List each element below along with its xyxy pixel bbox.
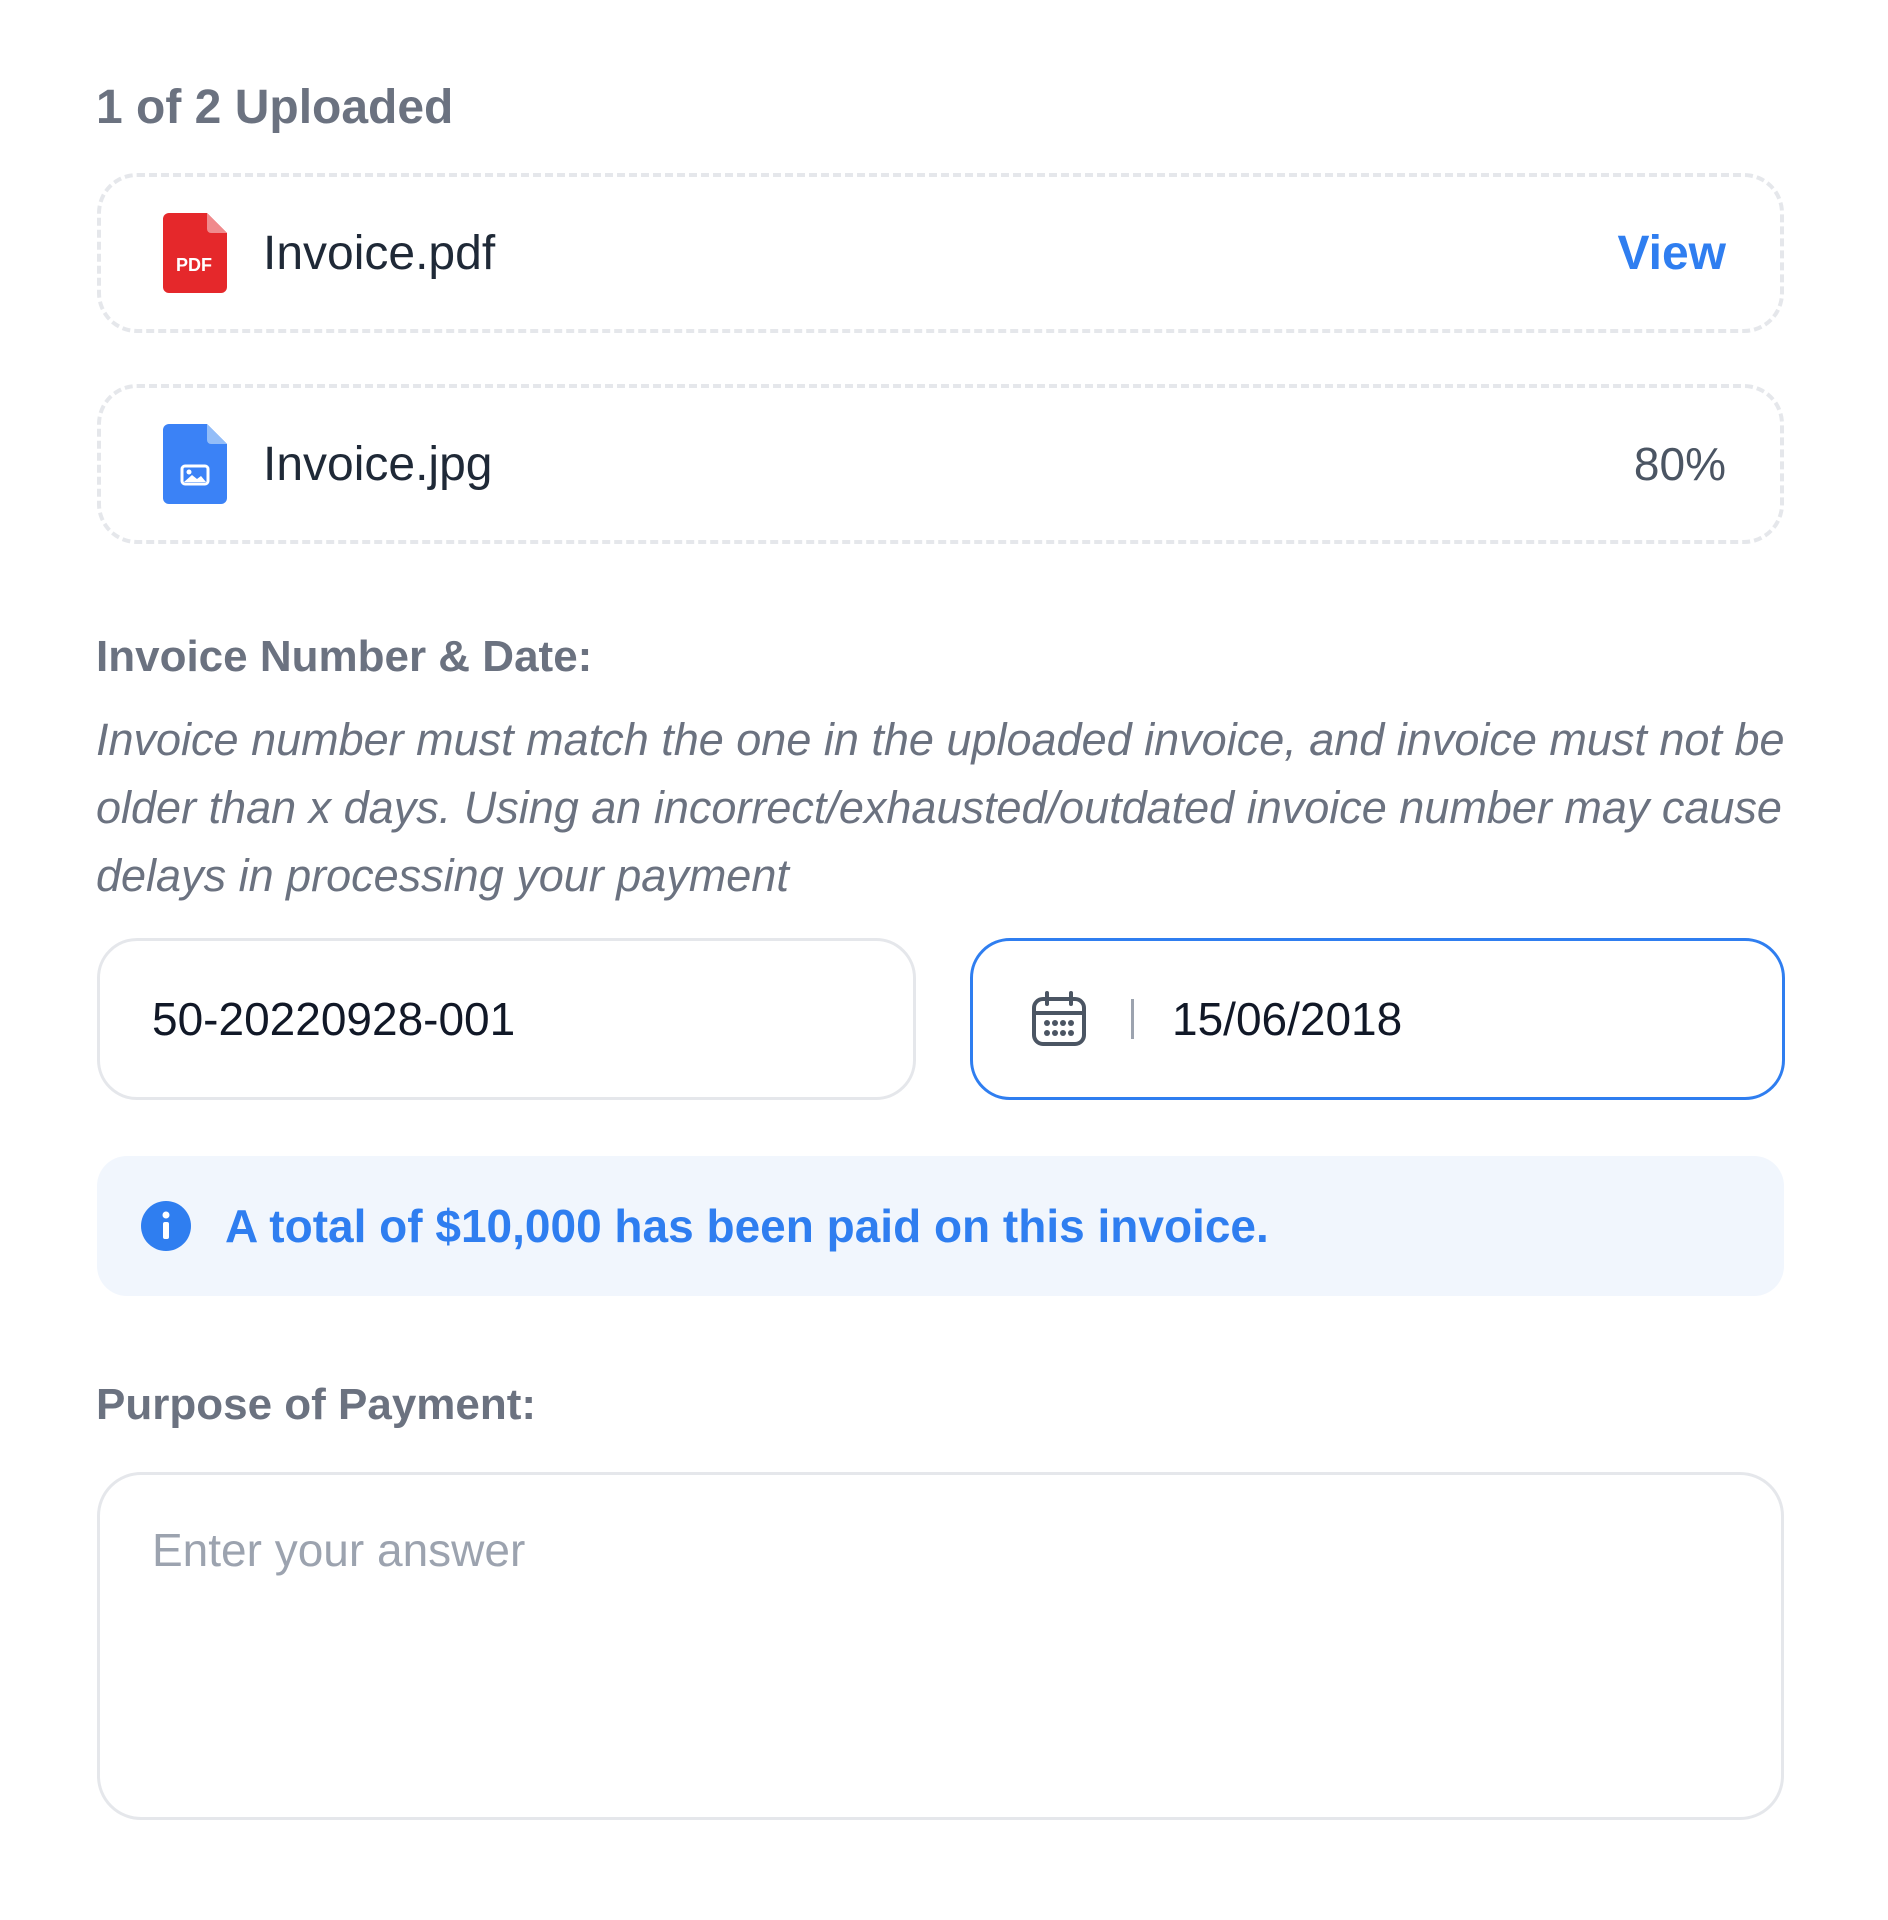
file-card-pdf: PDF Invoice.pdf View: [97, 173, 1784, 333]
pdf-file-icon: PDF: [163, 213, 227, 293]
field-divider: [1131, 999, 1134, 1039]
invoice-date-input[interactable]: [1172, 992, 1672, 1046]
image-file-icon: [163, 424, 227, 504]
upload-status: 1 of 2 Uploaded: [96, 81, 454, 134]
file-name: Invoice.pdf: [263, 226, 496, 280]
upload-progress: 80%: [1633, 438, 1726, 490]
invoice-number-input[interactable]: [152, 992, 852, 1046]
invoice-upload-form: 1 of 2 Uploaded PDF Invoice.pdf View Inv…: [0, 0, 1888, 1920]
invoice-helper-text: Invoice number must match the one in the…: [96, 714, 1785, 901]
purpose-of-payment-label: Purpose of Payment:: [96, 1380, 537, 1429]
pdf-icon-label: PDF: [176, 255, 212, 275]
invoice-number-date-label: Invoice Number & Date:: [96, 632, 593, 681]
invoice-date-field[interactable]: [970, 938, 1785, 1100]
purpose-answer-textarea[interactable]: [97, 1472, 1784, 1820]
payment-info-banner: A total of $10,000 has been paid on this…: [97, 1156, 1784, 1296]
invoice-number-field[interactable]: [97, 938, 916, 1100]
calendar-icon: [1032, 991, 1086, 1046]
view-file-link[interactable]: View: [1617, 226, 1726, 281]
file-card-jpg: Invoice.jpg 80%: [97, 384, 1784, 544]
file-name: Invoice.jpg: [263, 437, 493, 491]
info-icon: [141, 1201, 191, 1251]
payment-info-text: A total of $10,000 has been paid on this…: [225, 1200, 1269, 1252]
